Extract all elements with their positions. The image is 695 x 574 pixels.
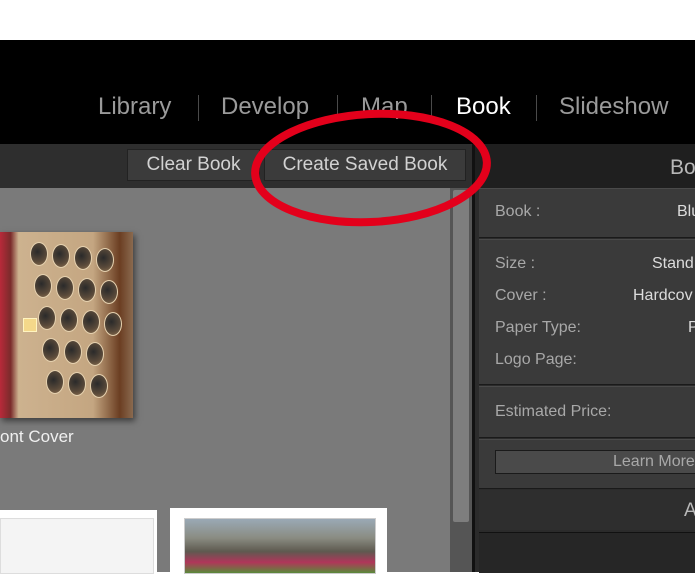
cover-label: Cover :: [495, 287, 547, 304]
top-margin: [0, 0, 695, 40]
module-develop[interactable]: Develop: [221, 93, 309, 121]
module-separator: [431, 95, 432, 121]
paper-type-value[interactable]: P: [688, 319, 695, 337]
cover-photo: [0, 232, 133, 418]
photo-cell-handle[interactable]: [23, 318, 37, 332]
next-panel-header[interactable]: [479, 490, 695, 530]
estimated-price-label: Estimated Price:: [495, 403, 612, 420]
paper-type-label: Paper Type:: [495, 319, 581, 336]
module-separator: [198, 95, 199, 121]
size-value[interactable]: Stand: [652, 255, 694, 273]
page-photo[interactable]: [184, 518, 376, 574]
canvas-scrollbar-thumb[interactable]: [453, 190, 469, 522]
right-panel-bottom: [479, 532, 695, 573]
book-value[interactable]: Blu: [677, 203, 695, 221]
book-label: Book :: [495, 203, 541, 220]
size-label: Size :: [495, 255, 536, 272]
module-map[interactable]: Map: [361, 93, 408, 121]
module-slideshow[interactable]: Slideshow: [559, 93, 668, 121]
right-panel-header: [475, 144, 695, 188]
front-cover-page[interactable]: [0, 232, 133, 418]
learn-more-button[interactable]: Learn More: [495, 450, 695, 474]
cover-value[interactable]: Hardcov: [633, 287, 693, 305]
module-separator: [536, 95, 537, 121]
book-settings-title[interactable]: Bo: [670, 156, 695, 180]
clear-book-button[interactable]: Clear Book: [127, 149, 260, 181]
module-separator: [337, 95, 338, 121]
next-panel-label[interactable]: A: [684, 500, 695, 522]
front-cover-label: ont Cover: [0, 427, 74, 446]
logo-page-label: Logo Page:: [495, 351, 577, 368]
page-photo-cell[interactable]: [0, 518, 154, 574]
module-book[interactable]: Book: [456, 93, 511, 121]
module-library[interactable]: Library: [98, 93, 171, 121]
create-saved-book-button[interactable]: Create Saved Book: [264, 149, 466, 181]
module-picker-bar: [0, 40, 695, 144]
